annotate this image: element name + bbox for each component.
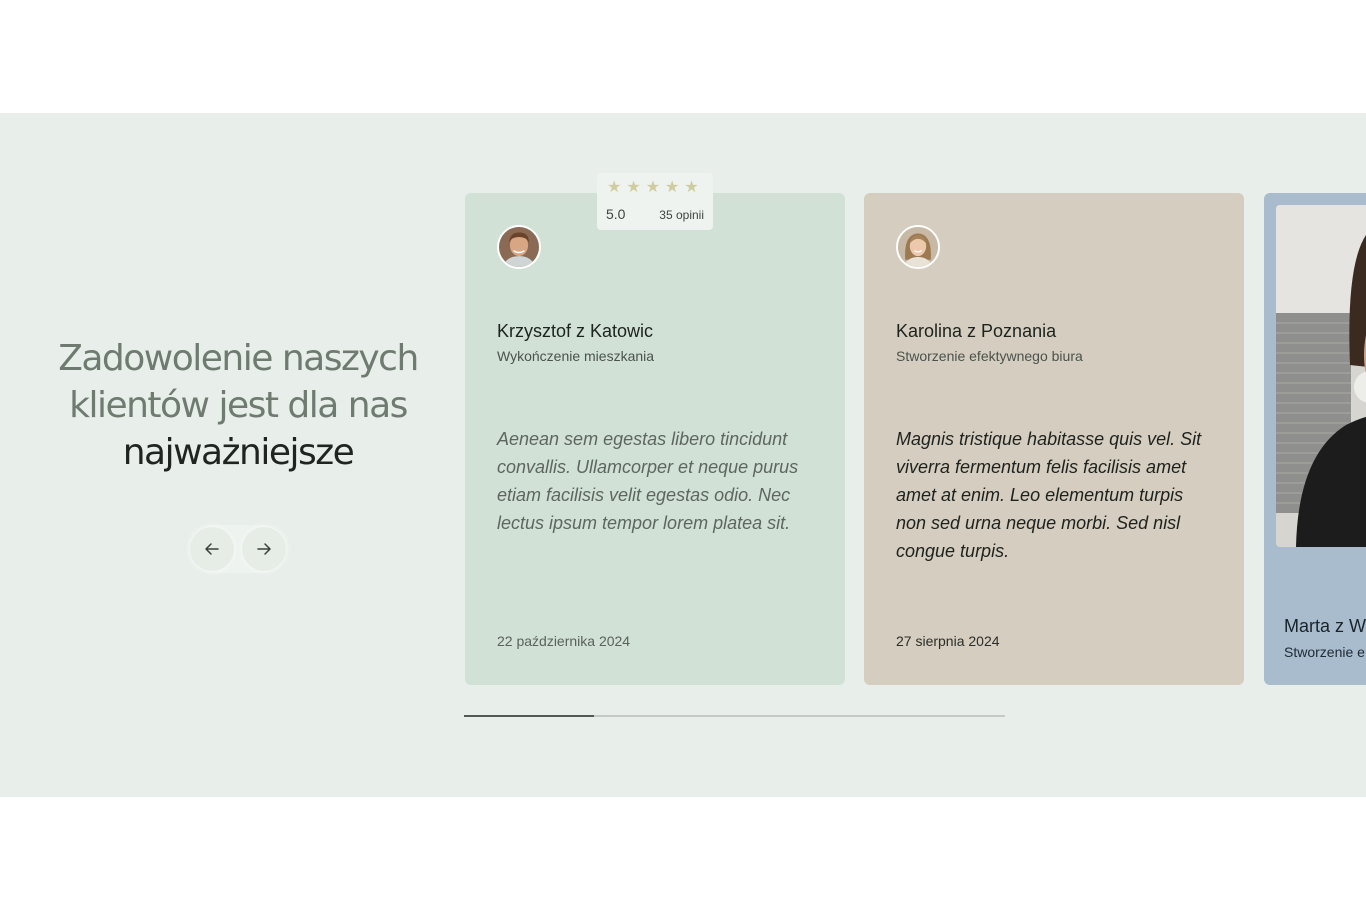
star-icon: ★ bbox=[607, 179, 622, 196]
heading-line-2: klientów jest dla nas bbox=[69, 385, 408, 426]
client-name: Karolina z Poznania bbox=[896, 321, 1057, 341]
testimonial-date: 27 sierpnia 2024 bbox=[896, 633, 1000, 649]
star-icon: ★ bbox=[665, 179, 680, 196]
avatar bbox=[497, 225, 541, 269]
star-icon: ★ bbox=[626, 179, 641, 196]
client-service: Wykończenie mieszkania bbox=[497, 348, 655, 364]
arrow-left-icon bbox=[205, 543, 219, 555]
arrow-right-icon bbox=[257, 543, 271, 555]
client-service: Stworzenie efektywnego biura bbox=[896, 348, 1083, 364]
video-thumbnail[interactable] bbox=[1276, 205, 1366, 547]
testimonial-card: Karolina z Poznania Stworzenie efektywne… bbox=[864, 193, 1244, 685]
next-button[interactable] bbox=[242, 527, 286, 571]
client-name: Marta z W bbox=[1284, 616, 1366, 636]
section-heading: Zadowolenie naszych klientów jest dla na… bbox=[30, 335, 446, 476]
avatar bbox=[896, 225, 940, 269]
testimonial-quote: Magnis tristique habitasse quis vel. Sit… bbox=[896, 429, 1202, 561]
heading-line-3: najważniejsze bbox=[122, 432, 355, 473]
video-testimonial-card[interactable]: Marta z W Stworzenie e bbox=[1264, 193, 1366, 685]
client-name: Krzysztof z Katowic bbox=[497, 321, 654, 341]
star-rating: ★ ★ ★ ★ ★ bbox=[606, 180, 704, 196]
star-icon: ★ bbox=[684, 179, 699, 196]
heading-line-1: Zadowolenie naszych bbox=[58, 338, 419, 379]
rating-score: 5.0 bbox=[606, 206, 626, 222]
testimonial-date: 22 października 2024 bbox=[497, 633, 631, 649]
carousel-progress-fill bbox=[464, 715, 594, 717]
testimonial-quote: Aenean sem egestas libero tincidunt conv… bbox=[497, 429, 799, 533]
review-count: 35 opinii bbox=[659, 208, 704, 222]
testimonials-section: Zadowolenie naszych klientów jest dla na… bbox=[0, 113, 1366, 797]
star-icon: ★ bbox=[645, 179, 661, 196]
carousel-progress[interactable] bbox=[464, 715, 1005, 717]
prev-button[interactable] bbox=[190, 527, 234, 571]
rating-badge: ★ ★ ★ ★ ★ 5.0 35 opinii bbox=[597, 173, 713, 230]
client-service: Stworzenie e bbox=[1284, 644, 1365, 660]
testimonial-card: Krzysztof z Katowic Wykończenie mieszkan… bbox=[465, 193, 845, 685]
carousel-nav bbox=[190, 525, 286, 573]
